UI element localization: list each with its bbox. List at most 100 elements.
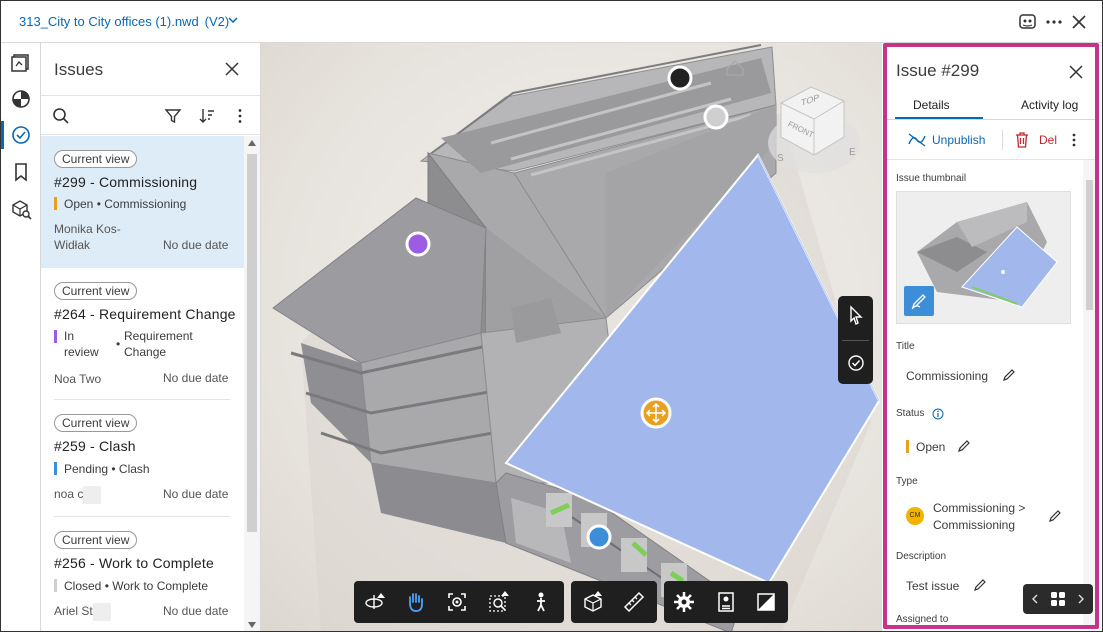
delete-icon[interactable] [1015, 132, 1029, 148]
redacted-block [92, 603, 111, 621]
status-color-bar [54, 462, 57, 475]
app-window: 313_City to City offices (1).nwd (V2) Iss… [0, 0, 1103, 632]
sort-icon[interactable] [198, 107, 216, 125]
next-icon[interactable] [1077, 593, 1085, 605]
issue-due-date: No due date [163, 371, 229, 385]
more-icon[interactable] [231, 107, 249, 125]
type-label: Type [896, 476, 918, 487]
issue-assignee: noa c [54, 486, 102, 504]
settings-gear-icon[interactable] [673, 591, 695, 613]
close-icon[interactable] [1068, 64, 1084, 80]
markup-pen-icon [911, 294, 926, 310]
file-version: (V2) [204, 14, 230, 29]
issue-card[interactable]: Current view #259 - Clash Pending • Clas… [41, 400, 244, 516]
status-separator: • [116, 337, 121, 351]
issue-check-icon[interactable] [846, 353, 866, 373]
fullscreen-icon[interactable] [755, 591, 777, 613]
tab-activity-log[interactable]: Activity log [1021, 98, 1078, 112]
edit-pencil-icon[interactable] [1002, 368, 1016, 382]
caret-down-icon[interactable] [227, 14, 239, 26]
section-icon[interactable] [582, 591, 604, 613]
views-icon[interactable] [9, 160, 33, 184]
status-color-bar [54, 579, 57, 592]
first-person-icon[interactable] [530, 591, 552, 613]
status-color-bar [54, 197, 57, 210]
issue-thumbnail[interactable] [896, 191, 1071, 324]
current-view-tag: Current view [54, 531, 138, 549]
compass-e-label: E [849, 147, 856, 158]
type-value-line2: Commissioning [933, 518, 1016, 532]
status-value: Open [916, 440, 946, 454]
scroll-thumb[interactable] [1086, 180, 1093, 310]
issue-list-scrollbar[interactable] [244, 136, 260, 631]
zoom-window-icon[interactable] [488, 591, 510, 613]
issue-card[interactable]: Current view #256 - Work to Complete Clo… [41, 517, 244, 631]
fit-to-view-icon[interactable] [446, 591, 468, 613]
properties-icon[interactable] [715, 591, 737, 613]
issue-pin-dark [667, 65, 693, 91]
sheets-icon[interactable] [9, 51, 33, 75]
info-icon[interactable] [932, 408, 944, 420]
grid-icon[interactable] [1050, 591, 1066, 607]
markup-button[interactable] [904, 286, 934, 316]
issue-title: #299 - Commissioning [54, 174, 198, 190]
issue-title: #264 - Requirement Change [54, 306, 236, 322]
model-tools-toolbar [571, 581, 657, 623]
left-rail [1, 43, 41, 631]
edit-pencil-icon[interactable] [957, 439, 971, 453]
issue-card[interactable]: Current view #299 - Commissioning Open •… [41, 136, 244, 268]
issue-details-panel: Issue #299 Details Activity log Unpublis… [883, 43, 1099, 629]
pan-hand-icon[interactable] [404, 591, 426, 613]
model-browser-icon[interactable] [9, 87, 33, 111]
model-viewer[interactable]: TOP FRONT S E [261, 43, 882, 632]
issue-due-date: No due date [163, 487, 229, 501]
delete-button[interactable]: Del [1039, 133, 1057, 147]
more-icon[interactable] [1044, 12, 1064, 32]
scroll-up-icon[interactable] [248, 140, 256, 146]
edit-pencil-icon[interactable] [1048, 509, 1062, 523]
redacted-block [83, 486, 102, 504]
orbit-icon[interactable] [364, 591, 386, 613]
issue-assignee: Ariel St [54, 603, 111, 621]
scroll-down-icon[interactable] [248, 622, 256, 628]
building-model[interactable] [261, 43, 882, 632]
issue-status: In review [64, 329, 99, 359]
search-model-icon[interactable] [9, 197, 33, 221]
type-badge: CM [906, 507, 924, 525]
issues-panel: Issues Current view #299 - Commissioning… [41, 43, 261, 631]
issue-due-date: No due date [163, 604, 229, 618]
settings-toolbar [664, 581, 788, 623]
issue-card[interactable]: Current view #264 - Requirement Change I… [41, 268, 244, 400]
issue-list: Current view #299 - Commissioning Open •… [41, 136, 244, 631]
issue-type: Requirement Change [124, 329, 193, 359]
file-name: 313_City to City offices (1).nwd [19, 14, 199, 29]
details-title: Issue #299 [896, 61, 980, 80]
more-icon[interactable] [1070, 132, 1078, 148]
issue-pin-blue [586, 524, 612, 550]
thumbnail-label: Issue thumbnail [896, 173, 967, 184]
rail-active-indicator [1, 121, 4, 149]
scroll-thumb[interactable] [247, 154, 257, 532]
select-pointer-icon[interactable] [846, 305, 866, 325]
close-icon[interactable] [1069, 12, 1089, 32]
issues-toolbar [41, 95, 260, 135]
measure-icon[interactable] [623, 591, 645, 613]
filter-icon[interactable] [164, 107, 182, 125]
edit-pencil-icon[interactable] [973, 578, 987, 592]
tab-details[interactable]: Details [913, 98, 950, 112]
issue-status: Open • Commissioning [64, 197, 187, 211]
close-icon[interactable] [224, 61, 240, 77]
unpublish-icon[interactable] [907, 132, 927, 148]
status-color-bar [54, 330, 57, 343]
description-label: Description [896, 551, 947, 562]
issues-title: Issues [54, 60, 104, 79]
issues-icon[interactable] [9, 123, 33, 147]
previous-icon[interactable] [1031, 593, 1039, 605]
top-bar: 313_City to City offices (1).nwd (V2) [1, 1, 1102, 43]
navigation-toolbar [354, 581, 564, 623]
unpublish-button[interactable]: Unpublish [932, 133, 985, 147]
chat-icon[interactable] [1018, 12, 1038, 32]
file-title[interactable]: 313_City to City offices (1).nwd (V2) [19, 14, 229, 29]
details-scrollbar[interactable] [1083, 160, 1095, 625]
search-icon[interactable] [52, 107, 70, 125]
